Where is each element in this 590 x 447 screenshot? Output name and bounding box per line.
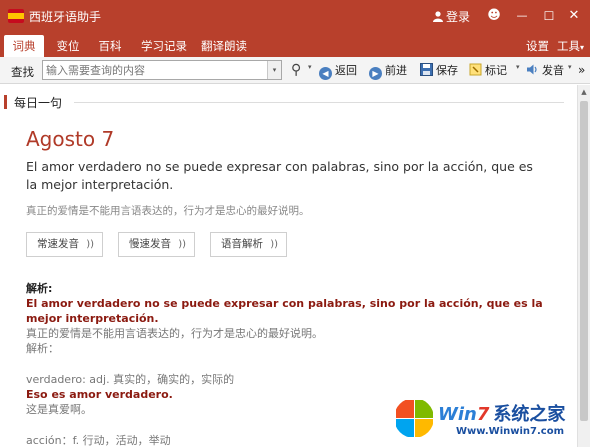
vertical-scrollbar[interactable]: ▲ [577, 85, 590, 447]
voice-analysis-label: 语音解析 [221, 238, 263, 250]
tab-encyclopedia[interactable]: 百科 [93, 35, 127, 57]
section-accent-bar [4, 95, 7, 109]
title-bar: 西班牙语助手 登录 ☻ — ☐ ✕ [0, 0, 590, 32]
watermark-url: Www.Winwin7.com [456, 426, 565, 437]
smiley-icon[interactable]: ☻ [484, 6, 504, 26]
spain-flag-icon [8, 9, 24, 23]
toolbar: 查找 ▾ ⚲ ▾ ◀返回 ▶前进 保存 标记 ▾ 发音 ▾ » [0, 57, 590, 84]
section-divider [74, 102, 564, 103]
bookmark-button[interactable]: 标记 [469, 61, 507, 80]
scroll-up-icon[interactable]: ▲ [578, 85, 590, 99]
section-title: 每日一句 [14, 96, 63, 110]
tools-button[interactable]: 工具▾ [557, 35, 584, 57]
voice-analysis-button[interactable]: 语音解析 )) [210, 232, 287, 257]
watermark-brand: Win7 系统之家 [438, 404, 566, 425]
more-tools-button[interactable]: » [578, 61, 585, 80]
main-content: 每日一句 Agosto 7 El amor verdadero no se pu… [0, 85, 577, 447]
search-box: ▾ [42, 60, 282, 80]
settings-button[interactable]: 设置 [526, 35, 549, 57]
search-input[interactable] [43, 61, 267, 79]
tab-bar: 词典 变位 百科 学习记录 翻译朗读 设置 工具▾ [0, 32, 590, 57]
slow-speed-play-button[interactable]: 慢速发音 )) [118, 232, 195, 257]
bookmark-note-icon [469, 63, 482, 76]
sound-wave-icon: )) [178, 239, 186, 250]
daily-translation: 真正的爱情是不能用言语表达的，行为才是忠心的最好说明。 [26, 205, 310, 217]
bookmark-caret-icon[interactable]: ▾ [516, 63, 520, 71]
minimize-button[interactable]: — [512, 6, 532, 26]
back-button[interactable]: ◀ 返回 [319, 61, 357, 80]
search-icon[interactable]: ⚲ [291, 61, 301, 80]
scroll-thumb[interactable] [580, 101, 588, 421]
sound-wave-icon: )) [86, 239, 94, 250]
user-icon [433, 11, 443, 22]
search-caret-icon[interactable]: ▾ [308, 63, 312, 71]
back-arrow-icon: ◀ [319, 67, 332, 80]
maximize-button[interactable]: ☐ [539, 6, 559, 26]
windows-logo-icon [394, 398, 434, 438]
login-label: 登录 [446, 10, 471, 24]
floppy-disk-icon [420, 63, 433, 76]
close-button[interactable]: ✕ [564, 6, 584, 26]
daily-date: Agosto 7 [26, 127, 115, 151]
normal-speed-label: 常速发音 [37, 238, 79, 250]
watermark: Win7 系统之家 Www.Winwin7.com [394, 394, 584, 444]
tools-label: 工具 [557, 39, 580, 53]
search-dropdown-icon[interactable]: ▾ [267, 61, 281, 79]
tools-caret-icon: ▾ [580, 43, 585, 52]
login-button[interactable]: 登录 [433, 8, 470, 25]
speaker-icon [527, 64, 537, 75]
pronounce-caret-icon[interactable]: ▾ [568, 63, 572, 71]
pronounce-button[interactable]: 发音 [526, 61, 564, 80]
app-title: 西班牙语助手 [29, 10, 102, 24]
save-button[interactable]: 保存 [420, 61, 458, 80]
slow-speed-label: 慢速发音 [129, 238, 171, 250]
save-label: 保存 [436, 64, 458, 77]
vocab-verdadero: verdadero: adj. 真实的，确实的，实际的 [26, 373, 235, 386]
analysis-sentence: El amor verdadero no se puede expresar c… [26, 297, 543, 325]
find-label: 查找 [11, 65, 34, 79]
forward-label: 前进 [385, 64, 407, 77]
analysis-label: 解析： [26, 342, 59, 355]
back-label: 返回 [335, 64, 357, 77]
daily-sentence-header: 每日一句 [0, 93, 570, 111]
normal-speed-play-button[interactable]: 常速发音 )) [26, 232, 103, 257]
forward-button[interactable]: ▶ 前进 [369, 61, 407, 80]
daily-sentence: El amor verdadero no se puede expresar c… [26, 159, 533, 192]
sound-wave-icon: )) [270, 239, 278, 250]
bookmark-label: 标记 [485, 64, 507, 77]
forward-arrow-icon: ▶ [369, 67, 382, 80]
tab-conjugation[interactable]: 变位 [51, 35, 85, 57]
tab-translate-read[interactable]: 翻译朗读 [199, 35, 249, 57]
tab-dictionary[interactable]: 词典 [4, 35, 44, 57]
pronounce-label: 发音 [542, 64, 564, 77]
analysis-heading: 解析: [26, 282, 53, 295]
analysis-translation: 真正的爱情是不能用言语表达的，行为才是忠心的最好说明。 [26, 327, 323, 340]
tab-study-records[interactable]: 学习记录 [139, 35, 189, 57]
